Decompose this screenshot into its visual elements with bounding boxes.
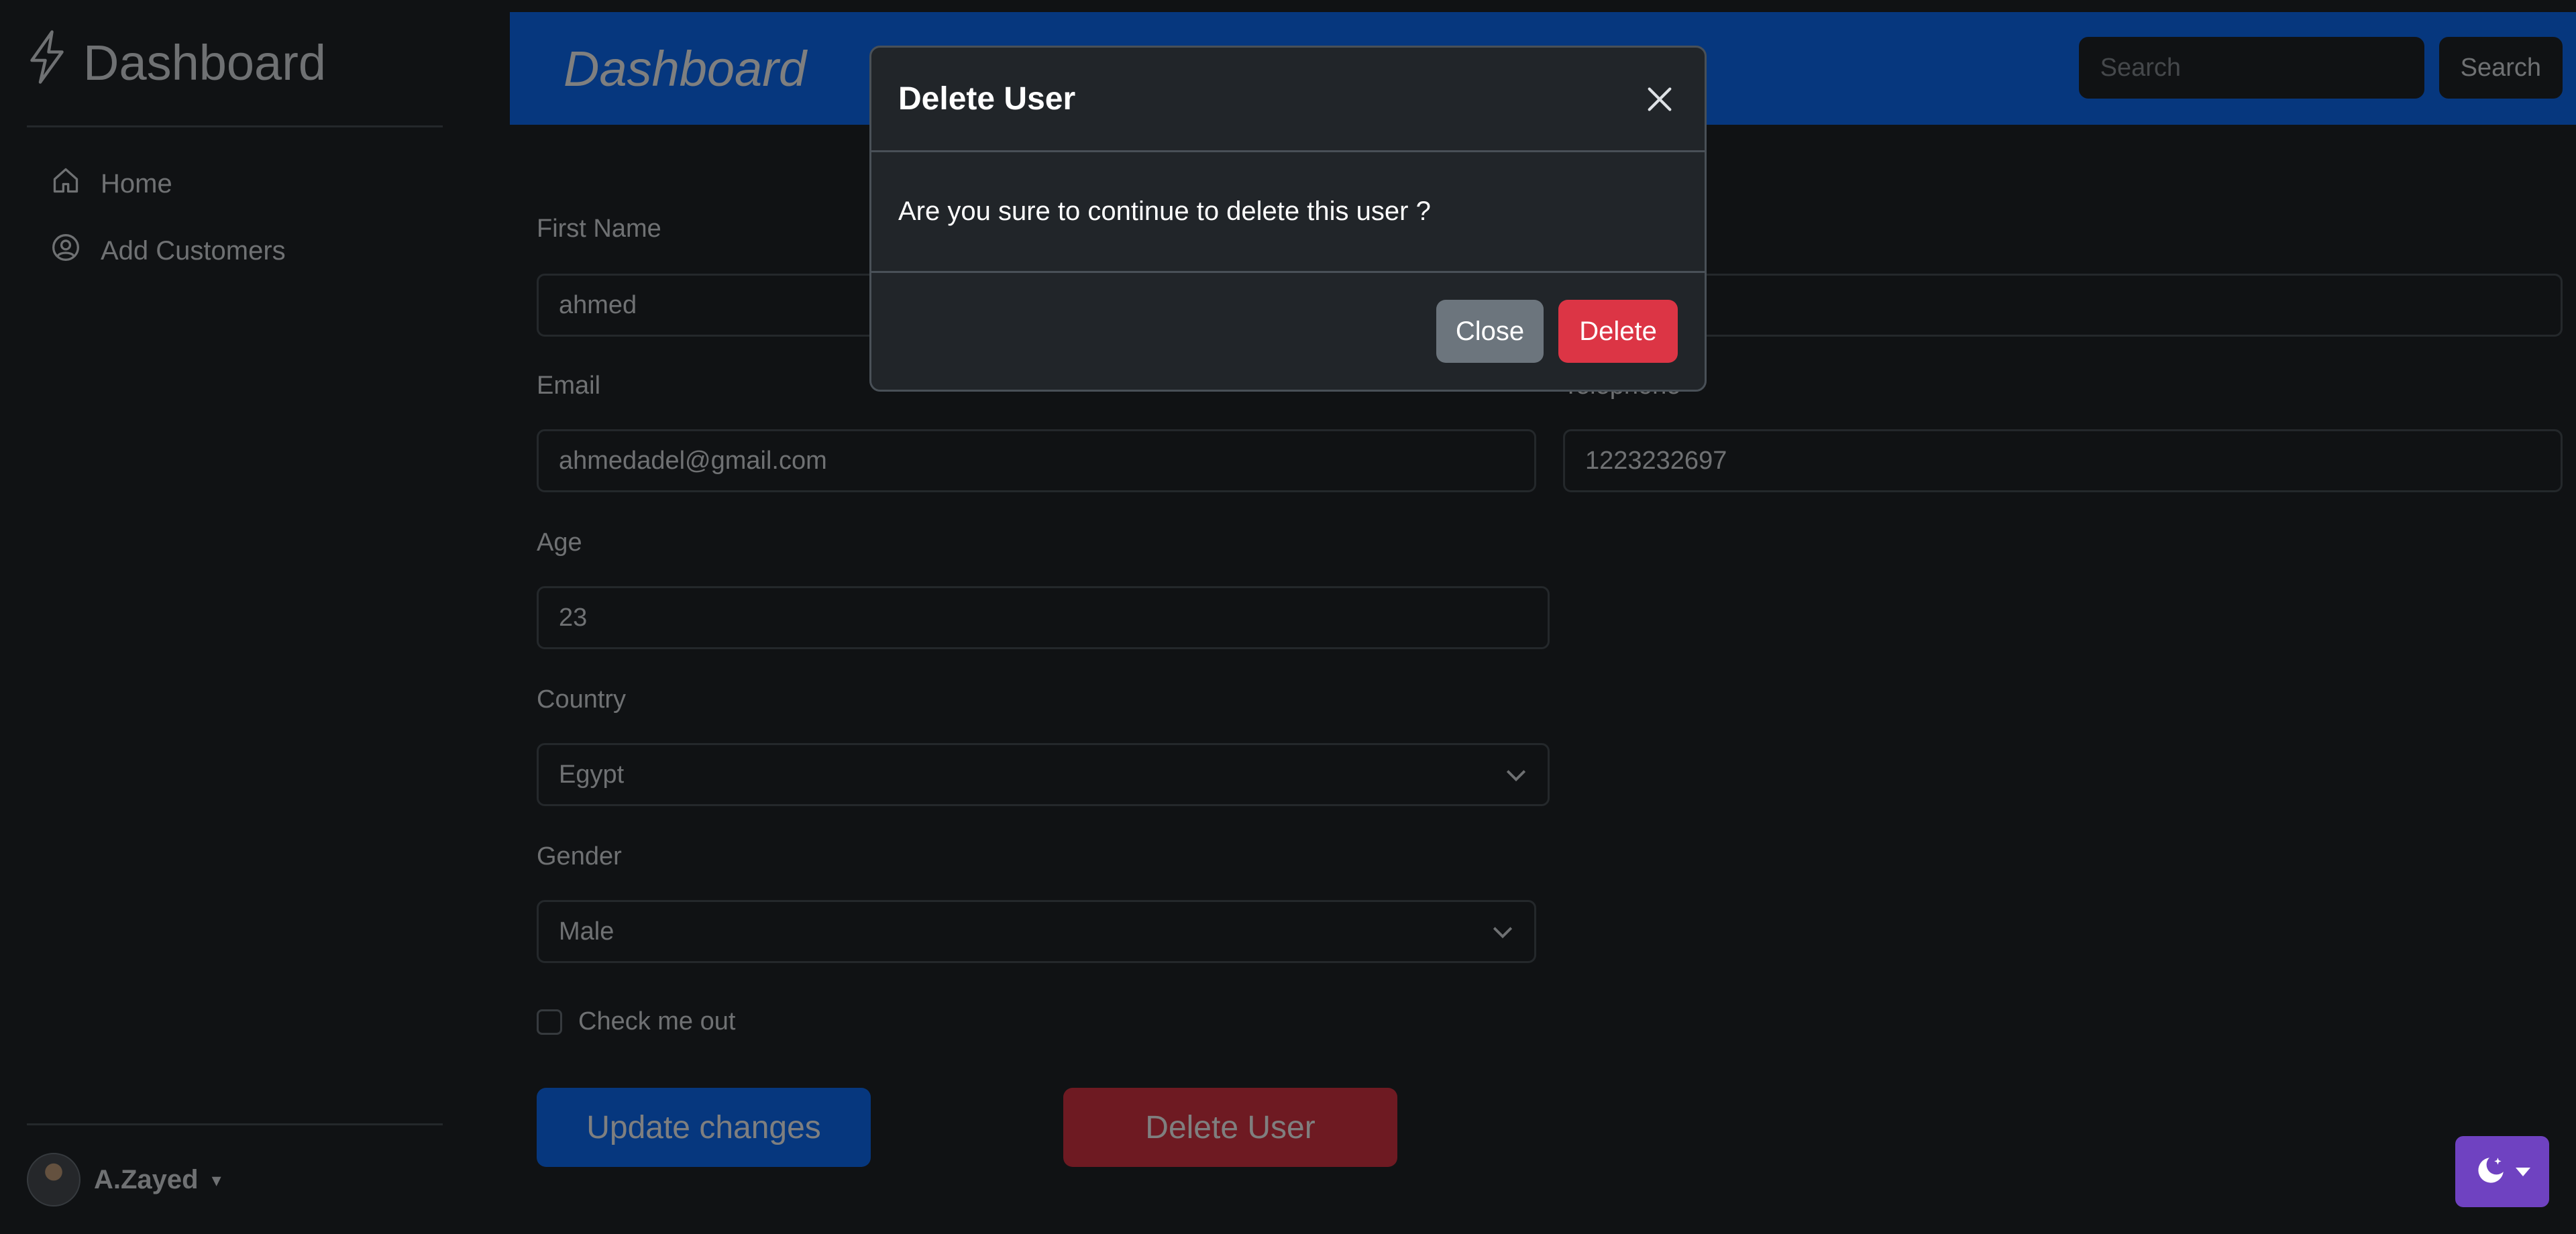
caret-down-icon [2516, 1167, 2530, 1176]
confirm-delete-button[interactable]: Delete [1558, 300, 1678, 363]
modal-header: Delete User [871, 48, 1705, 152]
close-icon[interactable] [1642, 81, 1678, 117]
moon-stars-icon [2474, 1154, 2508, 1190]
modal-footer: Close Delete [871, 273, 1705, 390]
modal-body: Are you sure to continue to delete this … [871, 152, 1705, 273]
close-button[interactable]: Close [1436, 300, 1544, 363]
delete-user-modal: Delete User Are you sure to continue to … [869, 46, 1707, 392]
modal-message: Are you sure to continue to delete this … [898, 197, 1431, 226]
theme-toggle-button[interactable] [2455, 1136, 2549, 1207]
modal-title: Delete User [898, 81, 1076, 117]
